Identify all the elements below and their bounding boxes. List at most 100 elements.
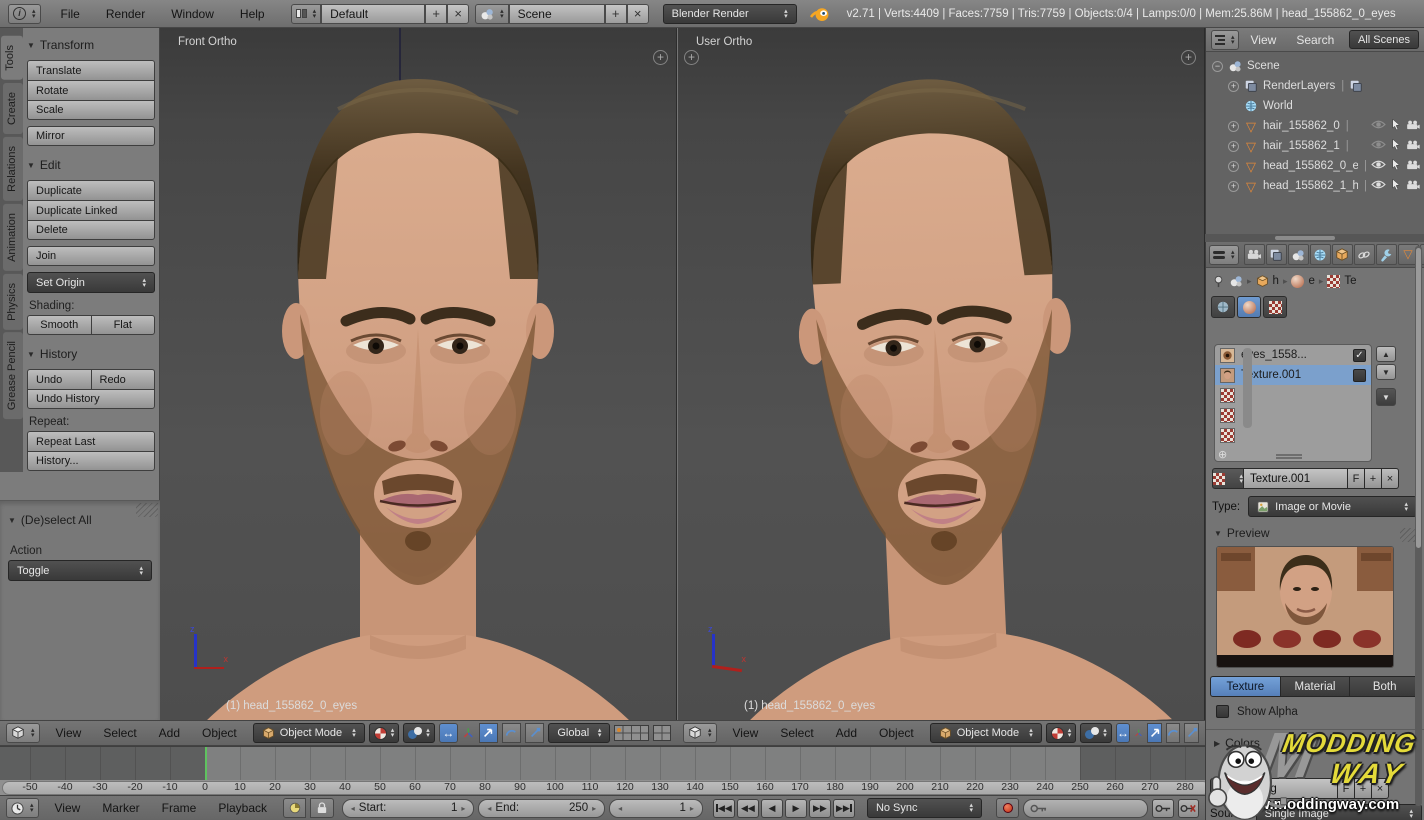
viewport-menu-select[interactable]: Select: [99, 726, 140, 740]
flat-button[interactable]: Flat: [91, 315, 156, 335]
outliner-menu-view[interactable]: View: [1247, 33, 1281, 47]
expander-icon[interactable]: +: [1228, 81, 1239, 92]
mode-dropdown[interactable]: Object Mode▴▾: [253, 723, 365, 743]
outliner-hscrollbar[interactable]: [1205, 234, 1424, 242]
timeline-editor[interactable]: -50-40-30-20-100102030405060708090100110…: [0, 746, 1205, 795]
rotate-manipulator-button[interactable]: [502, 723, 521, 743]
expander-icon[interactable]: +: [1228, 141, 1239, 152]
timeline-menu-marker[interactable]: Marker: [98, 801, 143, 815]
outliner-item[interactable]: +▽head_155862_0_ey|: [1206, 156, 1424, 176]
viewport-shading-dropdown[interactable]: ▴▾: [369, 723, 400, 743]
toolshelf-tab-animation[interactable]: Animation: [3, 204, 23, 271]
screen-layout-icon-button[interactable]: ▴▾: [291, 4, 322, 24]
translate-manipulator-button[interactable]: [1147, 723, 1162, 743]
panel-history-header[interactable]: History: [27, 347, 155, 361]
toolshelf-tab-relations[interactable]: Relations: [3, 137, 23, 201]
jump-to-start-button[interactable]: ◀◀: [713, 799, 735, 818]
expand-toolshelf-region-icon[interactable]: +: [684, 50, 699, 65]
pin-icon[interactable]: [1212, 275, 1225, 288]
viewport-menu-object[interactable]: Object: [198, 726, 241, 740]
list-resize-grip[interactable]: [1276, 454, 1302, 459]
duplicate-button[interactable]: Duplicate: [27, 180, 155, 200]
breadcrumb-material[interactable]: e: [1308, 275, 1314, 287]
delete-layout-button[interactable]: ×: [447, 4, 469, 24]
tab-constraints[interactable]: [1354, 244, 1375, 265]
renderlayer-icon[interactable]: [1348, 79, 1364, 93]
jump-to-end-button[interactable]: ▶▶: [833, 799, 855, 818]
layers-grid[interactable]: [614, 725, 649, 741]
selectability-pointer-icon[interactable]: [1391, 139, 1401, 154]
fake-user-button[interactable]: F: [1348, 468, 1365, 489]
viewport-menu-object[interactable]: Object: [875, 726, 918, 740]
slot-move-up-button[interactable]: ▲: [1376, 346, 1396, 362]
texture-slot[interactable]: [1215, 425, 1371, 445]
pivot-point-dropdown[interactable]: ▴▾: [403, 723, 435, 743]
scene-name[interactable]: Scene: [509, 4, 605, 24]
viewport-shading-dropdown[interactable]: ▴▾: [1046, 723, 1077, 743]
scene-selector-icon-button[interactable]: ▴▾: [475, 4, 509, 24]
timeline-menu-frame[interactable]: Frame: [158, 801, 201, 815]
head-model-front[interactable]: [188, 29, 648, 720]
render-engine-dropdown[interactable]: Blender Render ▴▾: [663, 4, 797, 24]
action-toggle-dropdown[interactable]: Toggle▴▾: [8, 560, 152, 581]
editor-type-selector-info[interactable]: i ▴▾: [8, 4, 41, 24]
unlink-texture-button[interactable]: ×: [1382, 468, 1399, 489]
preview-mode-material[interactable]: Material: [1281, 676, 1351, 697]
editor-type-selector-outliner[interactable]: ▴▾: [1211, 30, 1239, 50]
tab-object[interactable]: [1332, 244, 1353, 265]
material-texture-context-button[interactable]: [1237, 296, 1261, 318]
renderability-camera-icon[interactable]: [1406, 180, 1420, 193]
add-layout-button[interactable]: +: [425, 4, 447, 24]
toolshelf-tab-physics[interactable]: Physics: [3, 274, 23, 330]
outliner-item[interactable]: +RenderLayers|: [1206, 76, 1424, 96]
mode-dropdown[interactable]: Object Mode▴▾: [930, 723, 1042, 743]
texture-slot-checkbox[interactable]: ✓: [1353, 349, 1366, 362]
add-scene-button[interactable]: +: [605, 4, 627, 24]
renderability-camera-icon[interactable]: [1406, 120, 1420, 133]
texture-slot-checkbox[interactable]: [1353, 369, 1366, 382]
auto-keyframe-record-button[interactable]: [996, 798, 1019, 818]
panel-edit-header[interactable]: Edit: [27, 158, 155, 172]
deselect-all-header[interactable]: (De)select All: [8, 513, 154, 527]
panel-transform-header[interactable]: Transform: [27, 38, 155, 52]
duplicate-linked-button[interactable]: Duplicate Linked: [27, 200, 155, 220]
layers-grid-secondary[interactable]: [653, 725, 671, 741]
tab-render[interactable]: [1244, 244, 1265, 265]
current-frame-field[interactable]: ◂1▸: [609, 799, 703, 818]
texture-name-field[interactable]: Texture.001: [1244, 468, 1348, 489]
undo-button[interactable]: Undo: [27, 369, 91, 389]
expand-properties-region-icon[interactable]: +: [653, 50, 668, 65]
texture-slot[interactable]: Texture.001: [1215, 365, 1371, 385]
preview-panel-header[interactable]: Preview: [1214, 526, 1414, 540]
viewport-menu-view[interactable]: View: [729, 726, 763, 740]
expander-icon[interactable]: +: [1228, 161, 1239, 172]
insert-keyframe-button[interactable]: [1152, 799, 1173, 818]
prev-keyframe-button[interactable]: ◀◀: [737, 799, 759, 818]
outliner-item[interactable]: +▽head_155862_1_he|: [1206, 176, 1424, 196]
expander-icon[interactable]: +: [1228, 121, 1239, 132]
toolshelf-tab-tools[interactable]: Tools: [1, 36, 23, 80]
head-model-user[interactable]: [692, 28, 1182, 720]
expander-icon[interactable]: −: [1212, 61, 1223, 72]
scale-manipulator-button[interactable]: [525, 723, 544, 743]
breadcrumb-texture[interactable]: Te: [1344, 275, 1356, 287]
undo-history-button[interactable]: Undo History: [27, 389, 155, 409]
manipulator-toggle[interactable]: ↔: [1116, 723, 1131, 743]
texture-slot[interactable]: [1215, 405, 1371, 425]
texture-browse-button[interactable]: ▴▾: [1212, 468, 1244, 489]
tab-scene[interactable]: [1288, 244, 1309, 265]
outliner-item[interactable]: World: [1206, 96, 1424, 116]
toolshelf-tab-create[interactable]: Create: [3, 83, 23, 134]
preview-mode-texture[interactable]: Texture: [1210, 676, 1281, 697]
other-texture-context-button[interactable]: [1263, 296, 1287, 318]
sync-mode-dropdown[interactable]: No Sync▴▾: [867, 798, 982, 818]
slot-add-icon[interactable]: ⊕: [1218, 448, 1227, 461]
timeline-menu-playback[interactable]: Playback: [214, 801, 271, 815]
renderability-camera-icon[interactable]: [1406, 140, 1420, 153]
timeline-ruler[interactable]: -50-40-30-20-100102030405060708090100110…: [0, 780, 1205, 795]
display-filter-dropdown[interactable]: All Scenes: [1349, 30, 1419, 49]
rotate-manipulator-button[interactable]: [1166, 723, 1181, 743]
visibility-eye-icon[interactable]: [1371, 179, 1386, 193]
visibility-eye-icon[interactable]: [1371, 139, 1386, 153]
texture-slot[interactable]: eyes_1558...✓: [1215, 345, 1371, 365]
